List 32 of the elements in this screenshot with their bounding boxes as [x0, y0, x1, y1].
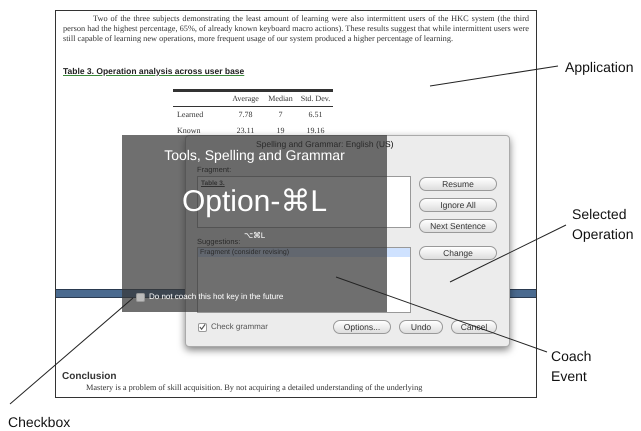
callout-label: Selected Operation	[572, 205, 634, 244]
dialog-button[interactable]: Change	[419, 246, 497, 260]
paragraph: Mastery is a problem of skill acquisition. By not acquiring a detailed understanding of the underlying	[86, 383, 422, 393]
checkbox[interactable]	[198, 322, 207, 332]
callout-label: Coach Event	[551, 347, 592, 386]
hotkey-text: Option-⌘L	[180, 187, 328, 217]
table-cell-text: 19	[276, 125, 286, 137]
dialog-button[interactable]: Options...	[333, 320, 391, 334]
table-cell-text: 19.16	[306, 125, 326, 137]
table-cell-text: 7	[278, 109, 284, 121]
dialog-button[interactable]: Undo	[399, 320, 443, 334]
dialog-button[interactable]: Ignore All	[419, 198, 497, 212]
column-header: Std. Dev.	[300, 93, 332, 105]
checkbox-label: Check grammar	[211, 321, 268, 333]
hotkey-symbols: ⌥⌘L	[244, 231, 266, 240]
dialog-button[interactable]: Resume	[419, 177, 497, 191]
table-cell-text: 23.11	[236, 125, 256, 137]
row-label: Known	[176, 125, 202, 137]
table-cell-text: 6.51	[308, 109, 324, 121]
row-label: Learned	[176, 109, 204, 121]
section-heading: Conclusion	[62, 370, 116, 384]
dialog-button[interactable]: Next Sentence	[419, 219, 497, 233]
table-caption: Table 3. Operation analysis across user base	[63, 65, 244, 78]
callout-label: Application	[565, 58, 634, 77]
callout-label: Checkbox	[8, 413, 70, 431]
column-header: Median	[267, 93, 294, 105]
table-cell-text: 7.78	[238, 109, 254, 121]
checkbox[interactable]	[136, 292, 145, 302]
paragraph: Two of the three subjects demonstrating the least amount of learning were also intermittent users of the HKC system (the third person had the highest percentage, 65%, of already known keyboard macro actions). These results suggest that while intermittent users were still capable of learning new operations, more frequent usage of our system produced a higher percentage of learning.	[63, 14, 529, 44]
column-header: Average	[231, 93, 260, 105]
checkbox-label: Do not coach this hot key in the future	[149, 291, 284, 303]
command-title: Tools, Spelling and Grammar	[163, 147, 346, 165]
